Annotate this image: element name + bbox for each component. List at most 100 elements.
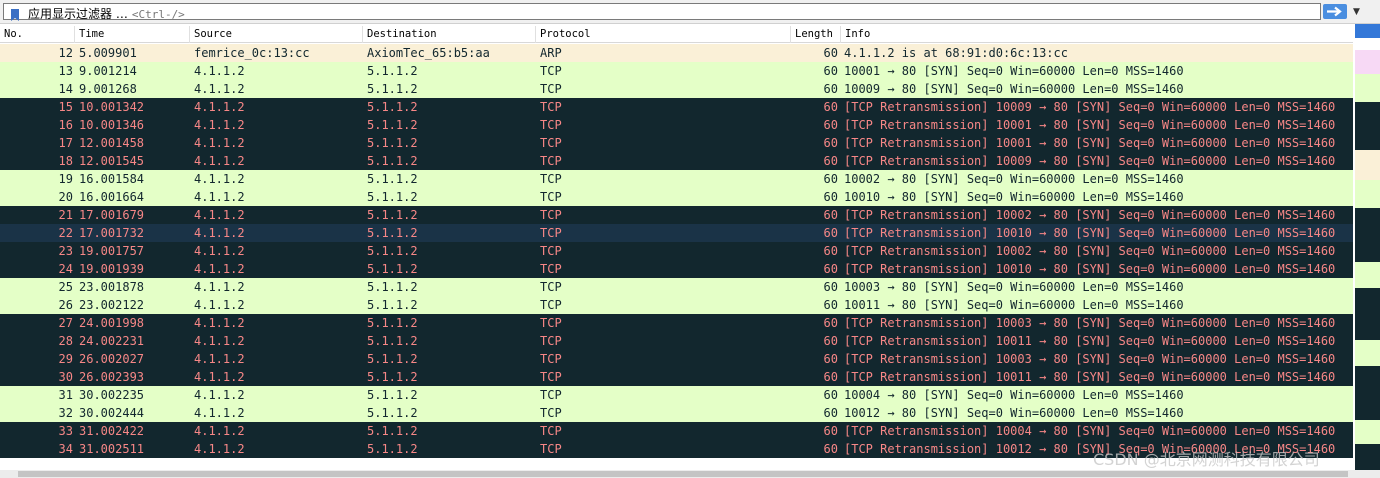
packet-row[interactable]: 33 31.002422 4.1.1.2 5.1.1.2 TCP 60 [TCP Retra… bbox=[0, 422, 1353, 440]
packet-no: 13 bbox=[58, 64, 73, 78]
arrow-right-icon bbox=[1327, 6, 1342, 17]
minimap-thumb[interactable] bbox=[1355, 24, 1380, 38]
packet-source: 4.1.1.2 bbox=[194, 154, 245, 168]
horizontal-scrollbar[interactable] bbox=[0, 470, 1380, 478]
column-length[interactable]: Length bbox=[791, 26, 841, 43]
packet-destination: 5.1.1.2 bbox=[367, 82, 418, 96]
packet-no: 12 bbox=[58, 46, 73, 60]
packet-row[interactable]: 25 23.001878 4.1.1.2 5.1.1.2 TCP 60 10003 → 80… bbox=[0, 278, 1353, 296]
packet-length: 60 bbox=[823, 226, 838, 240]
packet-row[interactable]: 12 5.009901 femrice_0c:13:cc AxiomTec_65:b5… bbox=[0, 44, 1353, 62]
packet-row[interactable]: 32 30.002444 4.1.1.2 5.1.1.2 TCP 60 10012 → 80… bbox=[0, 404, 1353, 422]
packet-no: 23 bbox=[58, 244, 73, 258]
packet-info: [TCP Retransmission] 10003 → 80 [SYN] Se… bbox=[844, 352, 1336, 366]
bookmark-icon[interactable] bbox=[11, 9, 19, 21]
packet-info: 10003 → 80 [SYN] Seq=0 Win=60000 Len=0 M… bbox=[844, 280, 1184, 294]
packet-row[interactable]: 29 26.002027 4.1.1.2 5.1.1.2 TCP 60 [TCP Retra… bbox=[0, 350, 1353, 368]
display-filter-input[interactable]: 应用显示过滤器 … <Ctrl-/> bbox=[3, 3, 1321, 21]
packet-time: 24.001998 bbox=[79, 316, 145, 330]
packet-time: 30.002235 bbox=[79, 388, 145, 402]
packet-no: 16 bbox=[58, 118, 73, 132]
packet-no: 33 bbox=[58, 424, 73, 438]
packet-row[interactable]: 23 19.001757 4.1.1.2 5.1.1.2 TCP 60 [TCP Retra… bbox=[0, 242, 1353, 260]
packet-length: 60 bbox=[823, 280, 838, 294]
packet-length: 60 bbox=[823, 406, 838, 420]
packet-row[interactable]: 13 9.001214 4.1.1.2 5.1.1.2 TCP 60 10001 → 80 … bbox=[0, 62, 1353, 80]
filter-history-dropdown[interactable]: ▼ bbox=[1350, 4, 1364, 19]
packet-row[interactable]: 20 16.001664 4.1.1.2 5.1.1.2 TCP 60 10010 → 80… bbox=[0, 188, 1353, 206]
packet-info: 10010 → 80 [SYN] Seq=0 Win=60000 Len=0 M… bbox=[844, 190, 1184, 204]
packet-no: 14 bbox=[58, 82, 73, 96]
packet-protocol: ARP bbox=[540, 46, 562, 60]
packet-row[interactable]: 15 10.001342 4.1.1.2 5.1.1.2 TCP 60 [TCP Retra… bbox=[0, 98, 1353, 116]
packet-row[interactable]: 21 17.001679 4.1.1.2 5.1.1.2 TCP 60 [TCP Retra… bbox=[0, 206, 1353, 224]
packet-no: 25 bbox=[58, 280, 73, 294]
packet-length: 60 bbox=[823, 154, 838, 168]
packet-source: 4.1.1.2 bbox=[194, 244, 245, 258]
column-no[interactable]: No. bbox=[0, 26, 75, 43]
packet-source: 4.1.1.2 bbox=[194, 100, 245, 114]
column-info[interactable]: Info bbox=[841, 26, 1353, 43]
packet-time: 12.001545 bbox=[79, 154, 145, 168]
packet-protocol: TCP bbox=[540, 262, 562, 276]
packet-destination: 5.1.1.2 bbox=[367, 100, 418, 114]
packet-protocol: TCP bbox=[540, 136, 562, 150]
column-destination[interactable]: Destination bbox=[363, 26, 536, 43]
packet-row[interactable]: 14 9.001268 4.1.1.2 5.1.1.2 TCP 60 10009 → 80 … bbox=[0, 80, 1353, 98]
packet-list-minimap[interactable] bbox=[1355, 24, 1380, 470]
packet-time: 23.001878 bbox=[79, 280, 145, 294]
packet-no: 15 bbox=[58, 100, 73, 114]
packet-time: 19.001757 bbox=[79, 244, 145, 258]
packet-source: 4.1.1.2 bbox=[194, 136, 245, 150]
packet-destination: 5.1.1.2 bbox=[367, 208, 418, 222]
packet-row[interactable]: 16 10.001346 4.1.1.2 5.1.1.2 TCP 60 [TCP Retra… bbox=[0, 116, 1353, 134]
packet-row[interactable]: 26 23.002122 4.1.1.2 5.1.1.2 TCP 60 10011 → 80… bbox=[0, 296, 1353, 314]
packet-row[interactable]: 19 16.001584 4.1.1.2 5.1.1.2 TCP 60 10002 → 80… bbox=[0, 170, 1353, 188]
horizontal-scrollbar-thumb[interactable] bbox=[18, 471, 1348, 477]
packet-destination: 5.1.1.2 bbox=[367, 280, 418, 294]
packet-source: 4.1.1.2 bbox=[194, 370, 245, 384]
packet-source: 4.1.1.2 bbox=[194, 442, 245, 456]
packet-row[interactable]: 27 24.001998 4.1.1.2 5.1.1.2 TCP 60 [TCP Retra… bbox=[0, 314, 1353, 332]
packet-row[interactable]: 17 12.001458 4.1.1.2 5.1.1.2 TCP 60 [TCP Retra… bbox=[0, 134, 1353, 152]
packet-info: [TCP Retransmission] 10011 → 80 [SYN] Se… bbox=[844, 334, 1336, 348]
packet-time: 23.002122 bbox=[79, 298, 145, 312]
packet-time: 17.001679 bbox=[79, 208, 145, 222]
packet-length: 60 bbox=[823, 388, 838, 402]
packet-info: [TCP Retransmission] 10003 → 80 [SYN] Se… bbox=[844, 316, 1336, 330]
packet-source: 4.1.1.2 bbox=[194, 118, 245, 132]
packet-row[interactable]: 24 19.001939 4.1.1.2 5.1.1.2 TCP 60 [TCP Retra… bbox=[0, 260, 1353, 278]
packet-protocol: TCP bbox=[540, 118, 562, 132]
packet-list-header: No. Time Source Destination Protocol Len… bbox=[0, 26, 1353, 43]
packet-length: 60 bbox=[823, 136, 838, 150]
packet-length: 60 bbox=[823, 172, 838, 186]
packet-length: 60 bbox=[823, 82, 838, 96]
packet-no: 24 bbox=[58, 262, 73, 276]
display-filter-toolbar: 应用显示过滤器 … <Ctrl-/> ▼ bbox=[0, 0, 1380, 24]
packet-row[interactable]: 30 26.002393 4.1.1.2 5.1.1.2 TCP 60 [TCP Retra… bbox=[0, 368, 1353, 386]
packet-time: 16.001664 bbox=[79, 190, 145, 204]
packet-info: [TCP Retransmission] 10001 → 80 [SYN] Se… bbox=[844, 118, 1336, 132]
packet-length: 60 bbox=[823, 316, 838, 330]
packet-row[interactable]: 22 17.001732 4.1.1.2 5.1.1.2 TCP 60 [TCP Retra… bbox=[0, 224, 1353, 242]
packet-row[interactable]: 31 30.002235 4.1.1.2 5.1.1.2 TCP 60 10004 → 80… bbox=[0, 386, 1353, 404]
column-time[interactable]: Time bbox=[75, 26, 190, 43]
packet-row[interactable]: 18 12.001545 4.1.1.2 5.1.1.2 TCP 60 [TCP Retra… bbox=[0, 152, 1353, 170]
apply-filter-button[interactable] bbox=[1323, 4, 1347, 19]
column-source[interactable]: Source bbox=[190, 26, 363, 43]
packet-time: 16.001584 bbox=[79, 172, 145, 186]
packet-source: 4.1.1.2 bbox=[194, 280, 245, 294]
packet-row[interactable]: 28 24.002231 4.1.1.2 5.1.1.2 TCP 60 [TCP Retra… bbox=[0, 332, 1353, 350]
packet-destination: 5.1.1.2 bbox=[367, 406, 418, 420]
packet-protocol: TCP bbox=[540, 64, 562, 78]
column-protocol[interactable]: Protocol bbox=[536, 26, 791, 43]
packet-info: [TCP Retransmission] 10002 → 80 [SYN] Se… bbox=[844, 208, 1336, 222]
packet-destination: 5.1.1.2 bbox=[367, 244, 418, 258]
packet-length: 60 bbox=[823, 100, 838, 114]
packet-destination: 5.1.1.2 bbox=[367, 172, 418, 186]
packet-source: 4.1.1.2 bbox=[194, 334, 245, 348]
packet-length: 60 bbox=[823, 352, 838, 366]
packet-protocol: TCP bbox=[540, 298, 562, 312]
packet-protocol: TCP bbox=[540, 208, 562, 222]
packet-info: [TCP Retransmission] 10002 → 80 [SYN] Se… bbox=[844, 244, 1336, 258]
